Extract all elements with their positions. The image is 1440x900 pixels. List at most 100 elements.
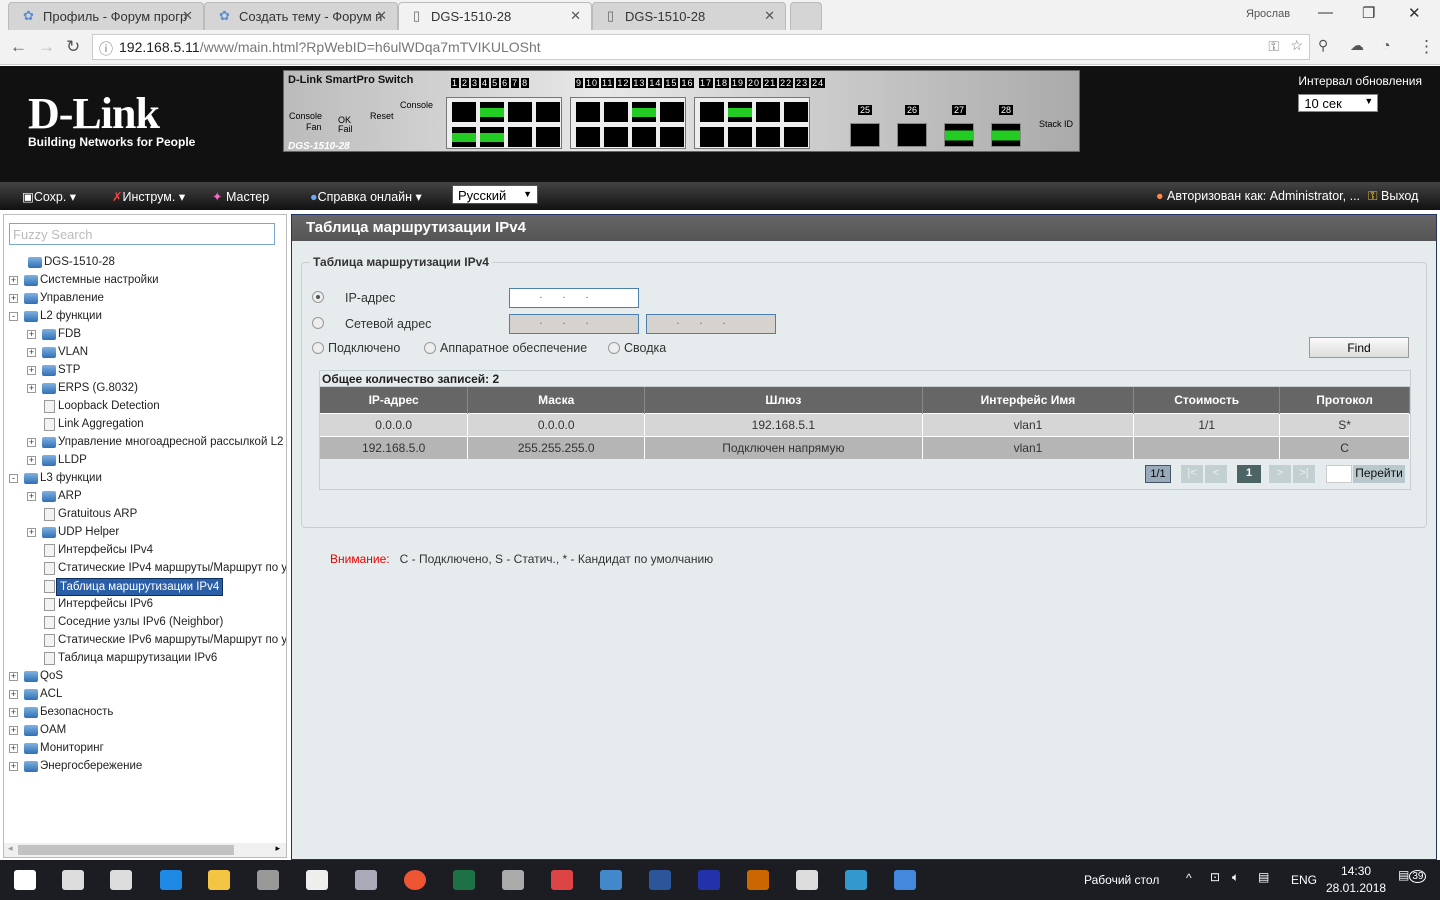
close-window-icon[interactable]: ✕ bbox=[1408, 4, 1421, 22]
find-button[interactable]: Find bbox=[1309, 337, 1409, 358]
app-icon[interactable] bbox=[894, 870, 916, 890]
ip-address-input[interactable]: ... bbox=[509, 288, 639, 308]
volume-icon[interactable]: 🔈︎ bbox=[1232, 870, 1239, 885]
snipping-icon[interactable] bbox=[551, 870, 573, 890]
port-12[interactable] bbox=[604, 127, 628, 147]
app-icon[interactable] bbox=[502, 870, 524, 890]
key-icon[interactable]: ⚿ bbox=[1268, 38, 1279, 55]
expand-icon[interactable]: + bbox=[27, 348, 36, 357]
tree-item[interactable]: Интерфейсы IPv6 bbox=[4, 596, 286, 614]
port-22[interactable] bbox=[756, 127, 780, 147]
tree-item[interactable]: + Безопасность bbox=[4, 704, 286, 722]
expand-icon[interactable]: + bbox=[27, 366, 36, 375]
tree-item[interactable]: + STP bbox=[4, 362, 286, 380]
profile-name[interactable]: Ярослав bbox=[1246, 8, 1290, 20]
tree-item[interactable]: Loopback Detection bbox=[4, 398, 286, 416]
next-page-button[interactable]: > bbox=[1269, 465, 1291, 483]
sfp-port-26[interactable] bbox=[897, 123, 927, 147]
collapse-icon[interactable]: - bbox=[9, 312, 18, 321]
language-indicator[interactable]: ENG bbox=[1291, 873, 1317, 887]
port-18[interactable] bbox=[700, 127, 724, 147]
menu-icon[interactable]: ⋮ bbox=[1418, 37, 1435, 57]
tree-item[interactable]: + VLAN bbox=[4, 344, 286, 362]
tree-item[interactable]: + LLDP bbox=[4, 452, 286, 470]
language-select[interactable]: Русский ▼ bbox=[452, 185, 538, 204]
expand-icon[interactable]: + bbox=[27, 492, 36, 501]
network-icon[interactable]: ⊡ bbox=[1210, 870, 1220, 884]
port-4[interactable] bbox=[480, 127, 504, 147]
extension-icon[interactable]: ◔ bbox=[1382, 37, 1390, 53]
hardware-radio[interactable] bbox=[424, 342, 436, 354]
sfp-port-28[interactable] bbox=[991, 123, 1021, 147]
browser-tab[interactable]: ✿ Профиль - Форум прогр ✕ bbox=[8, 2, 204, 30]
port-3[interactable] bbox=[480, 102, 504, 122]
last-page-button[interactable]: >| bbox=[1293, 465, 1315, 483]
expand-icon[interactable]: + bbox=[9, 690, 18, 699]
app-icon[interactable] bbox=[747, 870, 769, 890]
expand-icon[interactable]: + bbox=[9, 744, 18, 753]
port-10[interactable] bbox=[576, 127, 600, 147]
start-icon[interactable] bbox=[14, 870, 36, 890]
task-view-icon[interactable] bbox=[110, 870, 132, 890]
expand-icon[interactable]: + bbox=[9, 708, 18, 717]
tree-item[interactable]: + ACL bbox=[4, 686, 286, 704]
port-24[interactable] bbox=[784, 127, 808, 147]
new-tab-button[interactable] bbox=[790, 2, 822, 30]
connected-radio[interactable] bbox=[312, 342, 324, 354]
wizard-menu[interactable]: ✦ Мастер bbox=[212, 189, 269, 204]
close-tab-icon[interactable]: ✕ bbox=[764, 8, 775, 24]
port-7[interactable] bbox=[536, 102, 560, 122]
prev-page-button[interactable]: < bbox=[1205, 465, 1227, 483]
port-17[interactable] bbox=[700, 102, 724, 122]
tree-item[interactable]: Статические IPv4 маршруты/Маршрут по умо… bbox=[4, 560, 286, 578]
expand-icon[interactable]: + bbox=[9, 762, 18, 771]
tree-item[interactable]: + UDP Helper bbox=[4, 524, 286, 542]
back-icon[interactable]: ← bbox=[10, 37, 27, 57]
keyboard-icon[interactable]: ▤ bbox=[1258, 870, 1269, 884]
port-8[interactable] bbox=[536, 127, 560, 147]
desktop-toolbar[interactable]: Рабочий стол bbox=[1084, 873, 1159, 887]
tree-item[interactable]: DGS-1510-28 bbox=[4, 254, 286, 272]
tree-item[interactable]: + Системные настройки bbox=[4, 272, 286, 290]
port-1[interactable] bbox=[452, 102, 476, 122]
logout-button[interactable]: ⚿ Выход bbox=[1368, 189, 1418, 204]
clock[interactable]: 14:30 28.01.2018 bbox=[1326, 864, 1386, 895]
tree-item[interactable]: + ARP bbox=[4, 488, 286, 506]
tree-item[interactable]: Link Aggregation bbox=[4, 416, 286, 434]
port-20[interactable] bbox=[728, 127, 752, 147]
first-page-button[interactable]: |< bbox=[1181, 465, 1203, 483]
page-number-input[interactable] bbox=[1326, 465, 1352, 483]
tree-item[interactable]: + QoS bbox=[4, 668, 286, 686]
extension-icon[interactable]: ⚲ bbox=[1318, 37, 1328, 54]
horizontal-scrollbar[interactable]: ◂ ▸ bbox=[4, 843, 286, 857]
page-1-button[interactable]: 1 bbox=[1237, 465, 1261, 483]
tree-item[interactable]: + FDB bbox=[4, 326, 286, 344]
port-15[interactable] bbox=[660, 102, 684, 122]
star-icon[interactable]: ☆ bbox=[1290, 37, 1303, 54]
camera-icon[interactable] bbox=[257, 870, 279, 890]
tree-item[interactable]: + OAM bbox=[4, 722, 286, 740]
settings-icon[interactable] bbox=[796, 870, 818, 890]
tree-item[interactable]: - L2 функции bbox=[4, 308, 286, 326]
port-16[interactable] bbox=[660, 127, 684, 147]
tray-chevron-icon[interactable]: ^ bbox=[1186, 871, 1192, 885]
maximize-icon[interactable]: ❐ bbox=[1362, 4, 1375, 22]
port-11[interactable] bbox=[604, 102, 628, 122]
expand-icon[interactable]: + bbox=[27, 330, 36, 339]
tree-item[interactable]: Таблица маршрутизации IPv4 bbox=[4, 578, 286, 596]
expand-icon[interactable]: + bbox=[27, 456, 36, 465]
notifications-icon[interactable]: ▤ 39 bbox=[1398, 868, 1427, 883]
tree-item[interactable]: Соседние узлы IPv6 (Neighbor) bbox=[4, 614, 286, 632]
tree-item[interactable]: + ERPS (G.8032) bbox=[4, 380, 286, 398]
browser-tab[interactable]: ▯ DGS-1510-28 ✕ bbox=[592, 2, 786, 30]
port-21[interactable] bbox=[756, 102, 780, 122]
tools-menu[interactable]: ✗Инструм. ▾ bbox=[112, 189, 185, 204]
port-5[interactable] bbox=[508, 102, 532, 122]
reload-icon[interactable]: ↻ bbox=[66, 37, 80, 57]
tree-item[interactable]: + Мониторинг bbox=[4, 740, 286, 758]
tree-item[interactable]: + Управление многоадресной рассылкой L2 bbox=[4, 434, 286, 452]
tree-item[interactable]: - L3 функции bbox=[4, 470, 286, 488]
ip-address-radio[interactable] bbox=[312, 291, 324, 303]
app-icon[interactable] bbox=[698, 870, 720, 890]
sfp-port-27[interactable] bbox=[944, 123, 974, 147]
